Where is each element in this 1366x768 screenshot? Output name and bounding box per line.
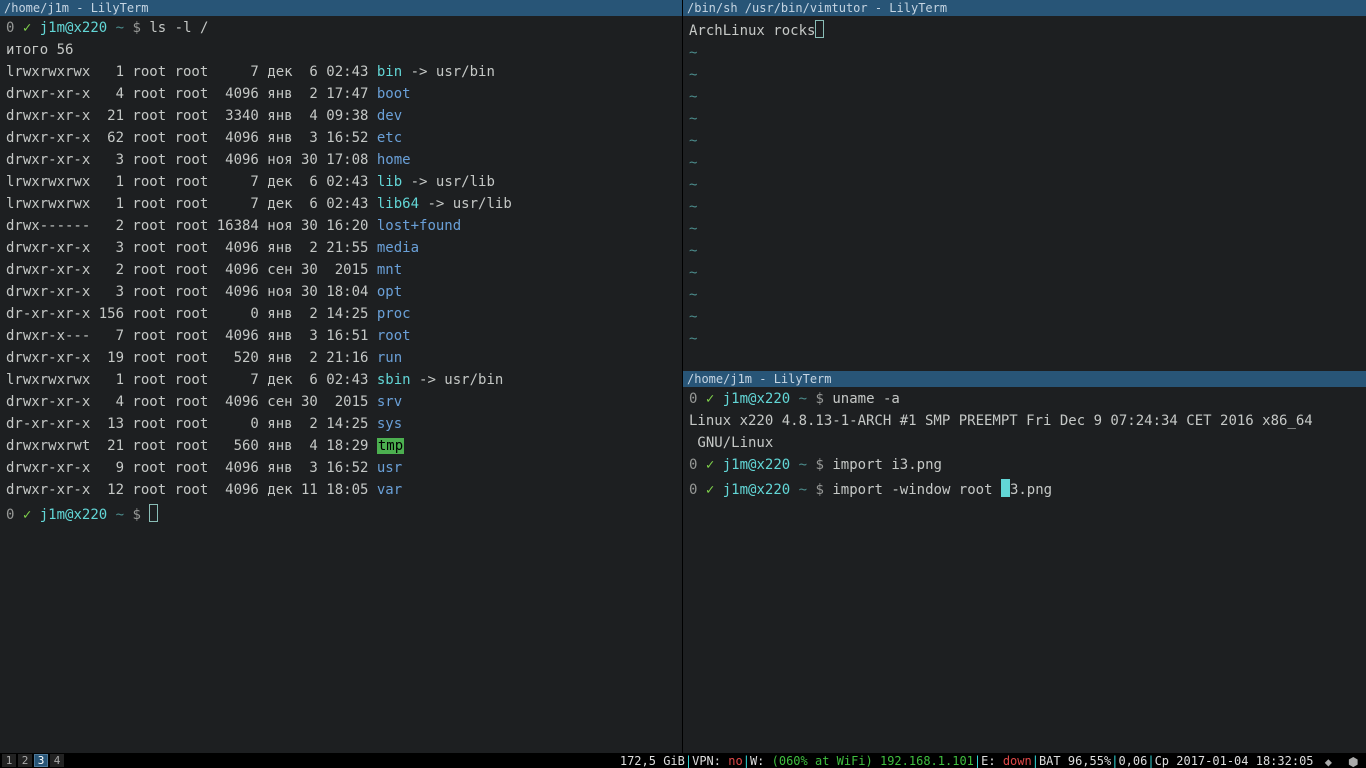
status-wifi-label: W: [750, 754, 764, 768]
status-load: 0,06 [1118, 754, 1147, 768]
status-right: 172,5 GiB|VPN: no|W: (060% at WiFi) 192.… [620, 754, 1366, 768]
status-wifi-value: (060% at WiFi) 192.168.1.101 [764, 754, 974, 768]
ls-row: drwxr-xr-x 4 root root 4096 янв 2 17:47 … [6, 86, 411, 102]
ls-row: lrwxrwxrwx 1 root root 7 дек 6 02:43 sbi… [6, 372, 503, 388]
terminal-left[interactable]: /home/j1m - LilyTerm 0 ✓ j1m@x220 ~ $ ls… [0, 0, 683, 753]
terminal-left-body[interactable]: 0 ✓ j1m@x220 ~ $ ls -l / итого 56 lrwxrw… [0, 16, 682, 753]
terminal-bottom-right-body[interactable]: 0 ✓ j1m@x220 ~ $ uname -a Linux x220 4.8… [683, 387, 1366, 753]
ls-row: drwxr-xr-x 9 root root 4096 янв 3 16:52 … [6, 460, 402, 476]
terminal-top-right[interactable]: /bin/sh /usr/bin/vimtutor - LilyTerm Arc… [683, 0, 1366, 371]
ls-row: lrwxrwxrwx 1 root root 7 дек 6 02:43 lib… [6, 196, 512, 212]
workspace-switcher[interactable]: 1234 [0, 754, 66, 767]
ls-row: drwxr-xr-x 12 root root 4096 дек 11 18:0… [6, 482, 402, 498]
workspace-button[interactable]: 4 [50, 754, 64, 767]
ls-row: drwxr-xr-x 62 root root 4096 янв 3 16:52… [6, 130, 402, 146]
terminal-top-right-body[interactable]: ArchLinux rocks ~ ~ ~ ~ ~ ~ ~ ~ ~ ~ ~ ~ … [683, 16, 1366, 371]
ls-row: drwxr-xr-x 19 root root 520 янв 2 21:16 … [6, 350, 402, 366]
ls-row: drwxr-xr-x 3 root root 4096 ноя 30 18:04… [6, 284, 402, 300]
tray-icon[interactable]: ◆ [1325, 755, 1337, 767]
ls-row: drwxr-xr-x 4 root root 4096 сен 30 2015 … [6, 394, 402, 410]
ls-row: drwxr-xr-x 3 root root 4096 ноя 30 17:08… [6, 152, 411, 168]
status-vpn-value: no [721, 754, 743, 768]
workspace-button[interactable]: 2 [18, 754, 32, 767]
workspace-button[interactable]: 1 [2, 754, 16, 767]
titlebar-left: /home/j1m - LilyTerm [0, 0, 682, 16]
cursor-icon [149, 504, 158, 522]
workspace-button[interactable]: 3 [34, 754, 48, 767]
cursor-icon [815, 20, 824, 38]
ls-row: drwxrwxrwt 21 root root 560 янв 4 18:29 … [6, 438, 404, 454]
ls-row: drwxr-xr-x 21 root root 3340 янв 4 09:38… [6, 108, 402, 124]
terminal-bottom-right[interactable]: /home/j1m - LilyTerm 0 ✓ j1m@x220 ~ $ un… [683, 371, 1366, 753]
status-eth-value: down [996, 754, 1032, 768]
titlebar-top-right: /bin/sh /usr/bin/vimtutor - LilyTerm [683, 0, 1366, 16]
status-bar: 1234 172,5 GiB|VPN: no|W: (060% at WiFi)… [0, 753, 1366, 768]
ls-row: drwx------ 2 root root 16384 ноя 30 16:2… [6, 218, 461, 234]
cursor-icon [1001, 479, 1010, 497]
status-vpn-label: VPN: [692, 754, 721, 768]
ls-row: lrwxrwxrwx 1 root root 7 дек 6 02:43 lib… [6, 174, 495, 190]
ls-row: dr-xr-xr-x 13 root root 0 янв 2 14:25 sy… [6, 416, 402, 432]
ls-row: dr-xr-xr-x 156 root root 0 янв 2 14:25 p… [6, 306, 411, 322]
tray-icon[interactable]: ⬢ [1348, 755, 1360, 767]
status-eth-label: E: [981, 754, 995, 768]
ls-row: drwxr-xr-x 3 root root 4096 янв 2 21:55 … [6, 240, 419, 256]
ls-row: lrwxrwxrwx 1 root root 7 дек 6 02:43 bin… [6, 64, 495, 80]
ls-row: drwxr-x--- 7 root root 4096 янв 3 16:51 … [6, 328, 411, 344]
ls-row: drwxr-xr-x 2 root root 4096 сен 30 2015 … [6, 262, 402, 278]
titlebar-bottom-right: /home/j1m - LilyTerm [683, 371, 1366, 387]
status-battery: BAT 96,55% [1039, 754, 1111, 768]
status-datetime: Ср 2017-01-04 18:32:05 [1155, 754, 1314, 768]
status-disk: 172,5 GiB [620, 754, 685, 768]
